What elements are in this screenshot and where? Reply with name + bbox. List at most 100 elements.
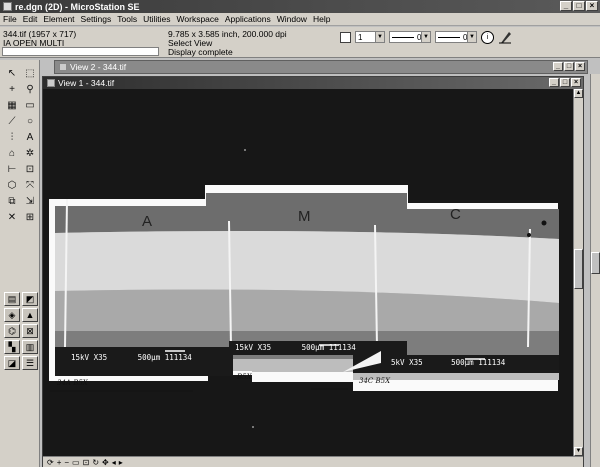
line-style-combo[interactable]: 0 ▼ — [389, 31, 431, 43]
drawing-canvas[interactable]: A M C 15kV X35 500μm 111134 15kV X35 500… — [43, 89, 573, 456]
view-2-title: View 2 - 344.tif — [70, 62, 127, 72]
menu-applications[interactable]: Applications — [225, 14, 271, 24]
raster-edit-icon[interactable]: ◩ — [22, 292, 38, 306]
erase-icon[interactable]: ◪ — [4, 356, 20, 370]
bars-icon[interactable]: ▥ — [22, 340, 38, 354]
color-combo[interactable]: 1 ▼ — [355, 31, 385, 43]
line-tool-icon[interactable]: ⟋ — [4, 114, 20, 128]
app-titlebar: re.dgn (2D) - MicroStation SE _ □ × — [0, 0, 600, 13]
menu-utilities[interactable]: Utilities — [143, 14, 170, 24]
view-1-vertical-scrollbar[interactable]: ▲ ▼ — [573, 89, 583, 456]
view-previous-icon[interactable]: ◂ — [112, 458, 116, 467]
move-icon[interactable]: ⇲ — [22, 194, 38, 208]
checker-icon[interactable]: ▚ — [4, 340, 20, 354]
view-2-scrollbar[interactable] — [590, 74, 600, 467]
active-color-swatch[interactable] — [340, 31, 351, 43]
line-style-icon — [392, 36, 414, 38]
view-2-close-button[interactable]: × — [575, 62, 585, 71]
raster-image — [49, 185, 559, 392]
message-text: Display complete — [168, 47, 233, 57]
view-update-icon[interactable]: ⟳ — [47, 458, 54, 467]
circle-icon[interactable]: ○ — [22, 114, 38, 128]
view-2-titlebar[interactable]: View 2 - 344.tif _ □ × — [54, 60, 588, 74]
dropdown-arrow-icon: ▼ — [375, 32, 384, 42]
rectangle-icon[interactable]: ▭ — [22, 98, 38, 112]
fence-select-icon[interactable]: ⬚ — [22, 66, 38, 80]
menu-window[interactable]: Window — [277, 14, 307, 24]
scale-kv: 15kV — [71, 353, 90, 362]
fit-view-icon[interactable]: ⊡ — [83, 458, 90, 467]
line-weight-icon — [438, 36, 460, 38]
region-label-c: C — [450, 206, 461, 223]
view-1-titlebar[interactable]: View 1 - 344.tif _ □ × — [43, 77, 583, 89]
region-label-m: M — [298, 208, 311, 225]
zoom-out-icon[interactable]: − — [64, 458, 69, 467]
zoom-in-icon[interactable]: + — [57, 458, 62, 467]
layers-icon[interactable]: ☰ — [22, 356, 38, 370]
scale-id: 111134 — [478, 358, 506, 367]
pen-tool-icon[interactable] — [498, 30, 512, 44]
cell-icon[interactable]: ⌂ — [4, 146, 20, 160]
polygon-icon[interactable]: ▲ — [22, 308, 38, 322]
shape-icon[interactable]: ⌬ — [4, 324, 20, 338]
grid-tool-icon[interactable]: ▦ — [4, 98, 20, 112]
view-next-icon[interactable]: ▸ — [119, 458, 123, 467]
view-1-minimize-button[interactable]: _ — [549, 78, 559, 87]
pattern-icon[interactable]: ⊠ — [22, 324, 38, 338]
dimension-box-icon[interactable]: ⊡ — [22, 162, 38, 176]
dropdown-arrow-icon: ▼ — [467, 32, 476, 42]
menu-element[interactable]: Element — [43, 14, 74, 24]
scale-bar-3: 5kV X35 500μm 111134 — [391, 358, 505, 367]
array-icon[interactable]: ⊞ — [22, 210, 38, 224]
rotate-view-icon[interactable]: ↻ — [92, 458, 99, 467]
canvas-speck — [244, 149, 246, 151]
measure-icon[interactable]: ⫶ — [4, 130, 20, 144]
view-2-maximize-button[interactable]: □ — [564, 62, 574, 71]
menu-workspace[interactable]: Workspace — [177, 14, 219, 24]
dropdown-arrow-icon: ▼ — [421, 32, 430, 42]
scale-id: 111134 — [328, 343, 356, 352]
scroll-down-arrow-icon[interactable]: ▼ — [574, 447, 583, 456]
text-tool-icon[interactable]: A — [22, 130, 38, 144]
scale-mag: X35 — [257, 343, 272, 352]
pointer-tool-icon[interactable]: ⚲ — [22, 82, 38, 96]
scale-mag: X35 — [409, 358, 423, 367]
tool-grid-top: ↖ ⬚ + ⚲ ▦ ▭ ⟋ ○ ⫶ A ⌂ ✲ ⊢ ⊡ ⬡ ⤧ ⧉ ⇲ ✕ ⊞ — [4, 66, 38, 224]
view-2-minimize-button[interactable]: _ — [553, 62, 563, 71]
pan-view-icon[interactable]: ✥ — [102, 458, 109, 467]
view-1-maximize-button[interactable]: □ — [560, 78, 570, 87]
close-button[interactable]: × — [586, 1, 598, 11]
star-icon[interactable]: ✲ — [22, 146, 38, 160]
delete-icon[interactable]: ✕ — [4, 210, 20, 224]
place-point-icon[interactable]: + — [4, 82, 20, 96]
fill-tool-icon[interactable]: ◈ — [4, 308, 20, 322]
tool-grid-bottom: ▤ ◩ ◈ ▲ ⌬ ⊠ ▚ ▥ ◪ ☰ — [4, 292, 38, 370]
window-area-icon[interactable]: ▭ — [72, 458, 80, 467]
view-1-close-button[interactable]: × — [571, 78, 581, 87]
scroll-thumb[interactable] — [574, 249, 583, 289]
attributes-toolbar: 1 ▼ 0 ▼ 0 ▼ i — [340, 29, 512, 45]
info-button[interactable]: i — [481, 30, 494, 44]
scroll-thumb[interactable] — [591, 252, 600, 274]
modify-icon[interactable]: ⬡ — [4, 178, 20, 192]
select-arrow-icon[interactable]: ↖ — [4, 66, 20, 80]
menu-edit[interactable]: Edit — [23, 14, 38, 24]
scale-length: 500μm — [451, 358, 474, 367]
line-weight-combo[interactable]: 0 ▼ — [435, 31, 477, 43]
copy-icon[interactable]: ⧉ — [4, 194, 20, 208]
view-1-controls: _ □ × — [549, 78, 581, 87]
scroll-up-arrow-icon[interactable]: ▲ — [574, 89, 583, 98]
menu-settings[interactable]: Settings — [81, 14, 112, 24]
maximize-button[interactable]: □ — [573, 1, 585, 11]
scale-id: 111134 — [164, 353, 192, 362]
menu-bar: File Edit Element Settings Tools Utiliti… — [0, 13, 600, 26]
trim-icon[interactable]: ⤧ — [22, 178, 38, 192]
menu-file[interactable]: File — [3, 14, 17, 24]
scale-kv: 15kV — [235, 343, 254, 352]
dimension-icon[interactable]: ⊢ — [4, 162, 20, 176]
key-in-field[interactable] — [2, 47, 159, 56]
minimize-button[interactable]: _ — [560, 1, 572, 11]
menu-tools[interactable]: Tools — [117, 14, 137, 24]
raster-tool-icon[interactable]: ▤ — [4, 292, 20, 306]
menu-help[interactable]: Help — [313, 14, 330, 24]
